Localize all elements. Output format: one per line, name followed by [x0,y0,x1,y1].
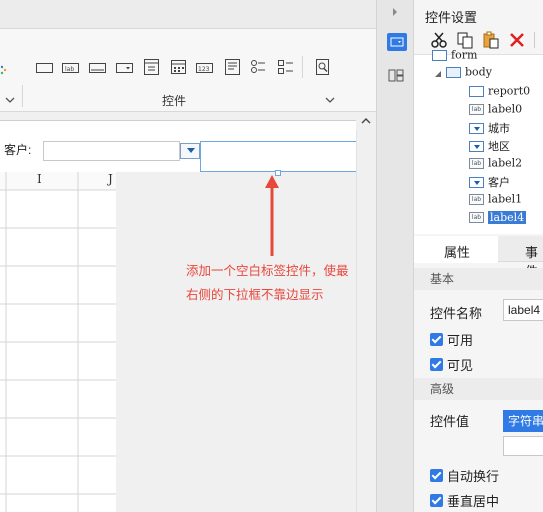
list-icon[interactable] [143,58,161,75]
checkbox-checked-icon[interactable] [430,333,443,346]
textbox-icon[interactable]: lab [62,62,80,76]
tree-node-label: label4 [488,210,527,224]
color-dots-icon [0,64,8,78]
paste-icon[interactable] [482,31,500,52]
chevron-down-icon[interactable] [5,93,15,103]
tree-node-城市[interactable]: 城市 [469,120,510,138]
widget-value-input[interactable] [503,436,543,456]
textarea-icon[interactable] [224,58,242,75]
designer-area: lab 123 控件 客户: I J 添加一个空白标签控件，使最右侧的下拉框不靠… [0,0,376,512]
tree-node-label0[interactable]: lab label0 [469,102,522,120]
tree-node-label: label2 [488,156,523,170]
report-grid [0,172,116,512]
group-divider [22,85,23,107]
label-widget-icon: lab [469,103,484,115]
button-icon[interactable] [89,62,107,76]
tree-node-label: label1 [488,192,523,206]
section-advanced[interactable]: 高级 [414,378,543,400]
tree-node-label: label0 [488,102,523,116]
column-header[interactable]: I [37,172,42,190]
checkboxgroup-icon[interactable] [277,58,295,74]
form-icon [432,49,447,61]
chevron-down-icon[interactable] [325,93,335,103]
properties-panel: 控件设置 form body report0 lab label0 城市 地区 lab la… [414,0,543,512]
radiogroup-icon[interactable] [250,58,268,73]
tree-node-label: 地区 [488,140,510,153]
tab-properties-label[interactable]: 属性 [444,242,470,261]
visible-checkbox[interactable]: 可见 [430,355,473,373]
customer-label: 客户: [4,143,32,157]
tree-node-label: 城市 [488,122,510,135]
toolbar-divider [534,32,535,48]
combobox-icon[interactable] [116,62,134,76]
tree-node-form[interactable]: form [432,48,477,66]
calendar-icon[interactable] [170,58,188,74]
label-widget-icon: lab [469,211,484,223]
panel-title: 控件设置 [425,10,478,25]
svg-text:123: 123 [198,66,210,73]
widget-name-label: 控件名称 [430,306,483,321]
tree-node-label4[interactable]: lab label4 [469,210,527,228]
checkbox-checked-icon[interactable] [430,469,443,482]
combobox-widget-icon [469,122,484,134]
widget-name-input[interactable]: label4 [503,299,543,321]
checkbox-checked-icon[interactable] [430,358,443,371]
label-widget-icon: lab [469,193,484,205]
annotation-arrow [265,175,279,256]
enabled-checkbox[interactable]: 可用 [430,330,473,348]
scroll-up-button[interactable] [356,112,376,130]
checkbox-checked-icon[interactable] [430,494,443,507]
combobox-widget-icon [469,176,484,188]
tree-node-label2[interactable]: lab label2 [469,156,522,174]
autowrap-checkbox[interactable]: 自动换行 [430,466,499,484]
number-icon[interactable]: 123 [196,62,214,76]
search-icon[interactable] [314,58,332,75]
blank-label-widget[interactable] [200,141,357,172]
vcenter-checkbox[interactable]: 垂直居中 [430,491,499,509]
widget-tree: form body report0 lab label0 城市地区 lab label2 客… [414,49,543,234]
label-widget-icon: lab [469,157,484,169]
tree-node-body[interactable]: body [434,65,492,83]
expand-icon[interactable] [434,68,442,77]
tree-node-地区[interactable]: 地区 [469,138,510,156]
toolbar-divider [302,56,303,78]
customer-combobox[interactable] [43,141,180,161]
label-icon[interactable] [36,62,54,76]
top-strip [0,0,376,28]
tree-node-label: 客户 [488,176,510,189]
tree-node-label1[interactable]: lab label1 [469,192,522,210]
side-strip [376,0,414,512]
widget-settings-toggle[interactable] [387,33,407,51]
value-type-selector[interactable]: 字符串 [503,410,543,432]
combobox-widget-icon [469,140,484,152]
svg-text:lab: lab [65,66,74,73]
dropdown-arrow-icon[interactable] [180,143,200,159]
collapse-arrow-icon[interactable] [391,6,399,21]
column-header[interactable]: J [108,172,113,190]
tree-node-report0[interactable]: report0 [469,84,530,102]
report-widget-icon [469,85,484,97]
delete-icon[interactable] [508,31,526,52]
vertical-scrollbar[interactable] [356,130,376,512]
body-icon [446,66,461,78]
section-basic[interactable]: 基本 [414,268,543,290]
tree-node-客户[interactable]: 客户 [469,174,510,192]
widget-value-label: 控件值 [430,414,470,429]
tree-node-label: report0 [488,84,531,98]
layout-icon[interactable] [388,67,404,86]
annotation-text: 添加一个空白标签控件，使最右侧的下拉框不靠边显示 [186,264,349,302]
toolbar-group-label: 控件 [162,94,187,108]
